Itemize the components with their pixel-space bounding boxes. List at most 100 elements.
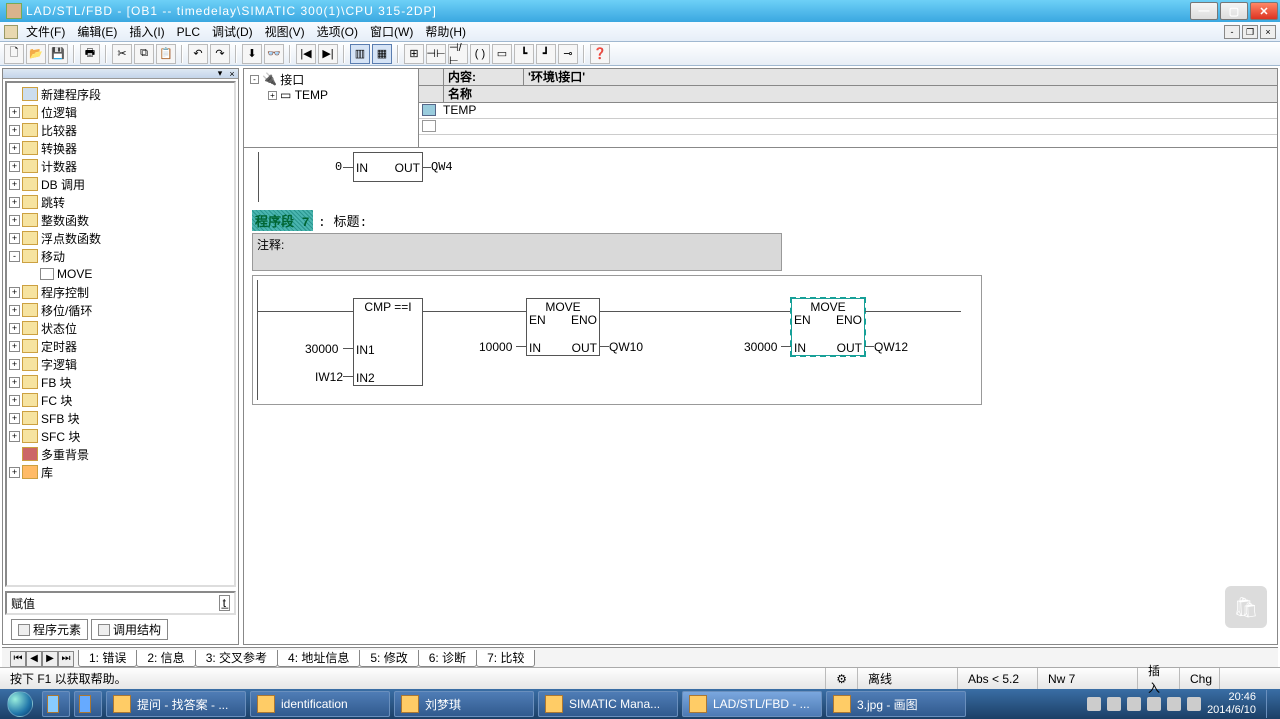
menu-insert[interactable]: 插入(I)	[123, 23, 170, 40]
move2-out-value[interactable]: QW12	[874, 340, 908, 354]
tree-item-移位/循环[interactable]: +移位/循环	[9, 301, 232, 319]
download-button[interactable]: ⬇	[242, 44, 262, 64]
tree-item-浮点数函数[interactable]: +浮点数函数	[9, 229, 232, 247]
taskbar-item-0[interactable]: 提问 - 找答案 - ...	[106, 691, 246, 717]
connection-button[interactable]: ⊸	[558, 44, 578, 64]
interface-grid[interactable]: 内容: '环境\接口' 名称 TEMP	[419, 69, 1277, 147]
overview-button[interactable]: ▥	[350, 44, 370, 64]
tree-item-DB 调用[interactable]: +DB 调用	[9, 175, 232, 193]
tab-addr[interactable]: 4: 地址信息	[277, 650, 360, 667]
tab-program-elements[interactable]: 程序元素	[11, 619, 88, 640]
expand-icon[interactable]: +	[9, 125, 20, 136]
expand-icon[interactable]: +	[9, 197, 20, 208]
start-button[interactable]	[0, 689, 40, 719]
goto-prev-button[interactable]: |◀	[296, 44, 316, 64]
tree-item-计数器[interactable]: +计数器	[9, 157, 232, 175]
expand-icon[interactable]: +	[9, 467, 20, 478]
tab-first-button[interactable]: ⏮	[10, 651, 26, 667]
menu-plc[interactable]: PLC	[171, 25, 206, 39]
maximize-button[interactable]: ▢	[1220, 2, 1248, 20]
tray-extra-icon[interactable]	[1187, 697, 1201, 711]
save-button[interactable]: 💾	[48, 44, 68, 64]
tab-compare[interactable]: 7: 比较	[476, 650, 535, 667]
taskbar-item-2[interactable]: 刘梦琪	[394, 691, 534, 717]
move2-in-value[interactable]: 30000	[744, 340, 777, 354]
taskbar-media[interactable]	[74, 691, 102, 717]
tree-item-FC 块[interactable]: +FC 块	[9, 391, 232, 409]
network-label[interactable]: 程序段 7	[252, 210, 313, 231]
expand-icon[interactable]: -	[250, 75, 259, 84]
monitor-button[interactable]: 👓	[264, 44, 284, 64]
detail-button[interactable]: ▦	[372, 44, 392, 64]
menu-edit[interactable]: 编辑(E)	[71, 23, 123, 40]
expand-icon[interactable]: +	[9, 431, 20, 442]
tab-next-button[interactable]: ▶	[42, 651, 58, 667]
tree-item-MOVE[interactable]: MOVE	[9, 265, 232, 283]
tab-call-structure[interactable]: 调用结构	[91, 619, 168, 640]
tree-item-跳转[interactable]: +跳转	[9, 193, 232, 211]
clock[interactable]: 20:46 2014/6/10	[1207, 691, 1256, 717]
branch-close-button[interactable]: ┛	[536, 44, 556, 64]
taskbar-item-1[interactable]: identification	[250, 691, 390, 717]
tab-prev-button[interactable]: ◀	[26, 651, 42, 667]
copy-button[interactable]: ⧉	[134, 44, 154, 64]
expand-icon[interactable]: +	[268, 91, 277, 100]
cmp-in1-value[interactable]: 30000	[305, 342, 338, 356]
menu-debug[interactable]: 调试(D)	[206, 23, 259, 40]
tree-item-新建程序段[interactable]: 新建程序段	[9, 85, 232, 103]
expand-icon[interactable]: +	[9, 233, 20, 244]
menu-window[interactable]: 窗口(W)	[364, 23, 419, 40]
tab-last-button[interactable]: ⏭	[58, 651, 74, 667]
tree-item-程序控制[interactable]: +程序控制	[9, 283, 232, 301]
pane-pin-icon[interactable]: ▾	[214, 68, 226, 79]
expand-icon[interactable]: +	[9, 377, 20, 388]
cmp-in2-value[interactable]: IW12	[315, 370, 343, 384]
expand-icon[interactable]: +	[9, 287, 20, 298]
tray-flag-icon[interactable]	[1107, 697, 1121, 711]
move1-block[interactable]: MOVE EN ENO IN OUT	[526, 298, 600, 356]
instruction-tree[interactable]: 新建程序段+位逻辑+比较器+转换器+计数器+DB 调用+跳转+整数函数+浮点数函…	[5, 81, 236, 587]
tree-item-FB 块[interactable]: +FB 块	[9, 373, 232, 391]
expand-icon[interactable]: +	[9, 395, 20, 406]
tree-item-多重背景[interactable]: 多重背景	[9, 445, 232, 463]
expand-icon[interactable]: +	[9, 305, 20, 316]
minimize-button[interactable]: —	[1190, 2, 1218, 20]
expand-icon[interactable]: +	[9, 323, 20, 334]
coil-button[interactable]: ( )	[470, 44, 490, 64]
tree-item-位逻辑[interactable]: +位逻辑	[9, 103, 232, 121]
redo-button[interactable]: ↷	[210, 44, 230, 64]
new-button[interactable]: 🗋	[4, 44, 24, 64]
tree-item-SFB 块[interactable]: +SFB 块	[9, 409, 232, 427]
expand-icon[interactable]: +	[9, 413, 20, 424]
pane-close-icon[interactable]: ×	[226, 69, 238, 79]
assign-dropdown-icon[interactable]: t̲	[219, 595, 230, 611]
tree-item-转换器[interactable]: +转换器	[9, 139, 232, 157]
open-button[interactable]: 📂	[26, 44, 46, 64]
system-tray[interactable]: 20:46 2014/6/10	[1081, 690, 1280, 718]
network-button[interactable]: ⊞	[404, 44, 424, 64]
undo-button[interactable]: ↶	[188, 44, 208, 64]
close-button[interactable]: ✕	[1250, 2, 1278, 20]
move2-block[interactable]: MOVE EN ENO IN OUT	[791, 298, 865, 356]
taskbar-item-4[interactable]: LAD/STL/FBD - ...	[682, 691, 822, 717]
expand-icon[interactable]: +	[9, 179, 20, 190]
move1-out-value[interactable]: QW10	[609, 340, 643, 354]
ladder-editor[interactable]: IN OUT 0 QW4 程序段 7 : 标题: 注释:	[243, 148, 1278, 645]
tray-coin-icon[interactable]	[1127, 697, 1141, 711]
contact-nc-button[interactable]: ⊣/⊢	[448, 44, 468, 64]
expand-icon[interactable]: +	[9, 215, 20, 226]
expand-icon[interactable]: +	[9, 143, 20, 154]
tree-item-定时器[interactable]: +定时器	[9, 337, 232, 355]
tree-item-整数函数[interactable]: +整数函数	[9, 211, 232, 229]
expand-icon[interactable]: -	[9, 251, 20, 262]
whats-this-button[interactable]: ❓	[590, 44, 610, 64]
taskbar-explorer[interactable]	[42, 691, 70, 717]
tree-item-字逻辑[interactable]: +字逻辑	[9, 355, 232, 373]
tray-arrow-icon[interactable]	[1087, 697, 1101, 711]
tab-modify[interactable]: 5: 修改	[359, 650, 418, 667]
goto-next-button[interactable]: ▶|	[318, 44, 338, 64]
expand-icon[interactable]: +	[9, 359, 20, 370]
print-button[interactable]: 🖶	[80, 44, 100, 64]
tree-item-状态位[interactable]: +状态位	[9, 319, 232, 337]
expand-icon[interactable]: +	[9, 161, 20, 172]
